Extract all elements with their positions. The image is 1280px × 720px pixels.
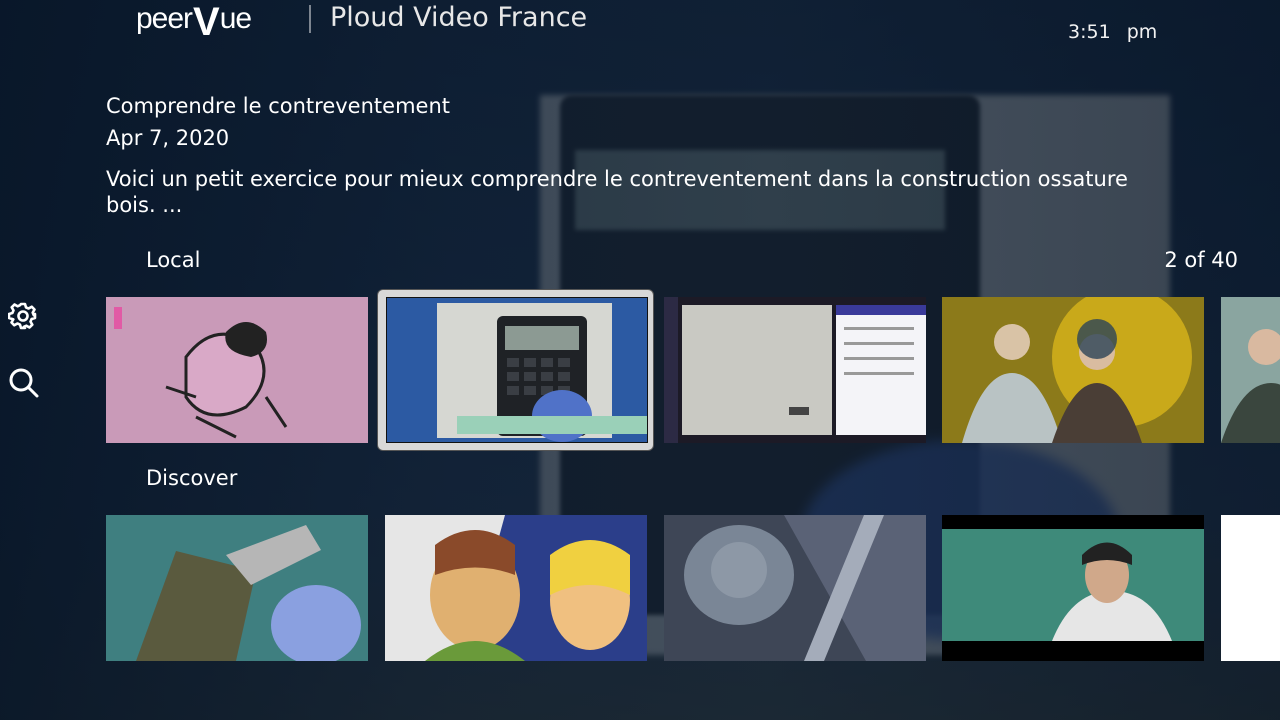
video-thumbnail[interactable] — [942, 297, 1204, 443]
video-date: Apr 7, 2020 — [106, 126, 230, 150]
header-divider — [309, 5, 311, 33]
video-description: Voici un petit exercice pour mieux compr… — [106, 167, 1128, 217]
video-thumbnail[interactable] — [1221, 515, 1280, 661]
video-thumbnail[interactable] — [106, 297, 368, 443]
clock: 3:51 pm — [1068, 21, 1157, 43]
video-thumbnail[interactable] — [664, 297, 926, 443]
instance-name: Ploud Video France — [330, 2, 588, 33]
peertube-logo: peer Vue — [136, 0, 252, 44]
video-thumbnail[interactable] — [1221, 297, 1280, 443]
row-counter: 2 of 40 — [1164, 248, 1238, 272]
settings-button[interactable] — [7, 301, 38, 331]
gear-icon — [7, 302, 37, 330]
video-thumbnail[interactable] — [106, 515, 368, 661]
video-thumbnail-selected[interactable] — [386, 297, 648, 443]
clock-time: 3:51 — [1068, 21, 1111, 43]
video-title: Comprendre le contreventement — [106, 94, 450, 118]
video-thumbnail[interactable] — [942, 515, 1204, 661]
clock-ampm: pm — [1126, 21, 1158, 43]
video-thumbnail[interactable] — [385, 515, 647, 661]
search-button[interactable] — [8, 367, 39, 398]
row-label-local: Local — [146, 248, 201, 272]
video-thumbnail[interactable] — [664, 515, 926, 661]
search-icon — [9, 368, 39, 398]
row-label-discover: Discover — [146, 466, 238, 490]
